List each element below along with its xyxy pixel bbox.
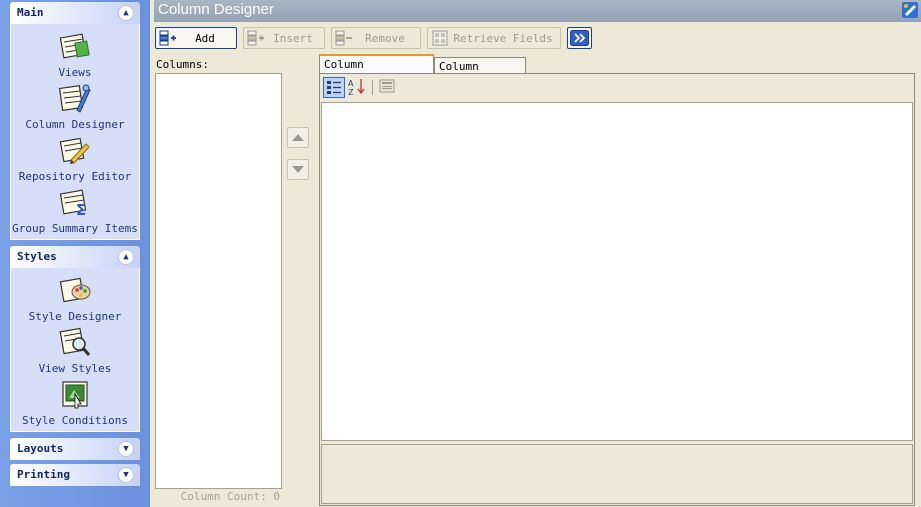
nav-item-view-styles[interactable]: View Styles	[11, 326, 139, 378]
page-title: Column Designer	[158, 1, 274, 18]
style-designer-icon	[59, 277, 91, 303]
retrieve-fields-button[interactable]: Retrieve Fields	[427, 27, 561, 49]
expand-panel-button[interactable]	[567, 27, 592, 49]
group-summary-icon: Σ	[59, 189, 87, 218]
group-header-layouts[interactable]: Layouts ▼	[10, 438, 140, 460]
nav-item-style-designer[interactable]: Style Designer	[11, 274, 139, 326]
svg-text:Σ: Σ	[76, 201, 86, 218]
chevron-down-icon[interactable]: ▼	[118, 467, 134, 483]
column-count: Column Count: 0	[180, 490, 280, 503]
navbar: Main ▲ Views Column Designer Repository …	[0, 0, 150, 507]
chevron-down-icon[interactable]: ▼	[118, 441, 134, 457]
group-header-styles[interactable]: Styles ▲	[10, 246, 140, 268]
svg-text:A: A	[348, 79, 354, 88]
double-chevron-right-icon	[570, 30, 589, 46]
app-icon	[902, 2, 918, 18]
tab-column-options[interactable]: Column options	[434, 57, 526, 86]
columns-list[interactable]	[155, 73, 282, 489]
group-body-styles: Style Designer View Styles Style Conditi…	[10, 268, 140, 432]
categorized-button[interactable]	[323, 77, 345, 98]
categorized-icon	[327, 81, 341, 94]
add-button-label: Add	[195, 32, 215, 45]
nav-item-repository-editor[interactable]: Repository Editor	[11, 134, 139, 186]
group-header-printing[interactable]: Printing ▼	[10, 464, 140, 486]
title-bar: Column Designer	[150, 0, 921, 22]
nav-item-views[interactable]: Views	[11, 30, 139, 82]
property-grid[interactable]	[321, 102, 913, 441]
nav-item-label: Style Conditions	[22, 414, 128, 427]
nav-item-label: Group Summary Items	[12, 222, 138, 235]
sort-alphabetical-icon: A Z	[348, 79, 365, 97]
group-header-main[interactable]: Main ▲	[10, 2, 140, 24]
nav-item-label: Views	[58, 66, 92, 79]
repository-editor-icon	[59, 137, 90, 164]
chevron-up-icon[interactable]: ▲	[118, 5, 134, 21]
property-description-panel	[321, 444, 913, 504]
nav-item-label: Style Designer	[28, 310, 122, 323]
property-pages-icon	[379, 79, 395, 93]
triangle-up-icon	[292, 134, 304, 141]
remove-button[interactable]: Remove	[331, 27, 421, 49]
nav-item-group-summary-items[interactable]: Σ Group Summary Items	[11, 186, 139, 238]
properties-toolbar: A Z	[323, 77, 423, 99]
group-label-styles: Styles	[17, 250, 57, 263]
nav-item-style-conditions[interactable]: Style Conditions	[11, 378, 139, 430]
group-label-layouts: Layouts	[17, 442, 64, 455]
remove-button-label: Remove	[365, 32, 405, 45]
add-button[interactable]: Add	[155, 27, 237, 49]
triangle-down-icon	[292, 166, 304, 173]
property-pages-button[interactable]	[377, 77, 399, 98]
columns-label: Columns:	[156, 58, 209, 71]
view-styles-icon	[59, 327, 91, 356]
retrieve-fields-button-label: Retrieve Fields	[453, 32, 553, 45]
insert-button-label: Insert	[273, 32, 313, 45]
nav-item-label: View Styles	[38, 362, 112, 375]
move-down-button[interactable]	[287, 159, 309, 180]
nav-item-label: Column Designer	[25, 118, 125, 131]
svg-text:Z: Z	[348, 88, 354, 96]
alphabetical-button[interactable]: A Z	[347, 77, 369, 98]
nav-item-column-designer[interactable]: Column Designer	[11, 82, 139, 134]
style-conditions-icon	[62, 381, 88, 409]
group-label-printing: Printing	[17, 468, 70, 481]
toolbar-separator	[372, 80, 373, 95]
nav-item-label: Repository Editor	[18, 170, 132, 183]
move-up-button[interactable]	[287, 127, 309, 148]
tab-column-properties[interactable]: Column properties	[319, 54, 434, 84]
group-body-main: Views Column Designer Repository Editor	[10, 24, 140, 240]
chevron-up-icon[interactable]: ▲	[118, 249, 134, 265]
insert-button[interactable]: Insert	[243, 27, 325, 49]
views-icon	[59, 33, 90, 59]
group-label-main: Main	[17, 6, 44, 19]
column-designer-icon	[59, 84, 91, 113]
